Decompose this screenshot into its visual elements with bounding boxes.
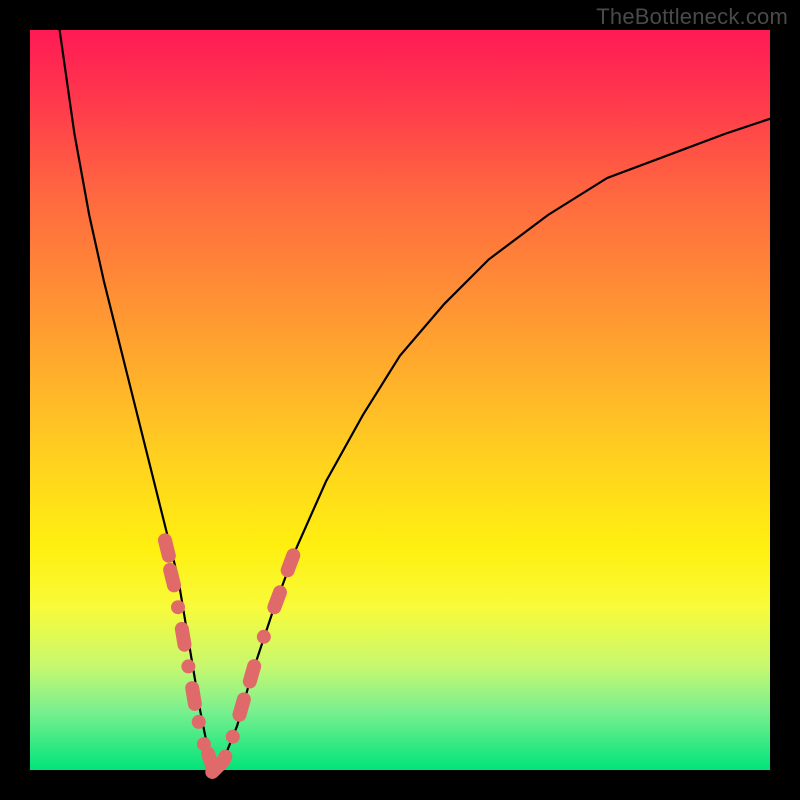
marker-dot (171, 600, 185, 614)
marker-tick (265, 583, 289, 616)
marker-tick (241, 657, 263, 690)
marker-dot (192, 715, 206, 729)
watermark-text: TheBottleneck.com (596, 4, 788, 30)
marker-dot (257, 630, 271, 644)
marker-dot (226, 730, 240, 744)
marker-dot (218, 750, 232, 764)
bottleneck-curve-path (60, 30, 770, 770)
marker-tick (156, 532, 177, 564)
marker-tick (231, 691, 253, 724)
chart-frame: TheBottleneck.com (0, 0, 800, 800)
chart-svg (30, 30, 770, 770)
marker-tick (162, 561, 183, 593)
plot-area (30, 30, 770, 770)
marker-tick (279, 546, 303, 579)
marker-dot (181, 659, 195, 673)
marker-tick (174, 621, 193, 653)
marker-tick (184, 680, 203, 712)
